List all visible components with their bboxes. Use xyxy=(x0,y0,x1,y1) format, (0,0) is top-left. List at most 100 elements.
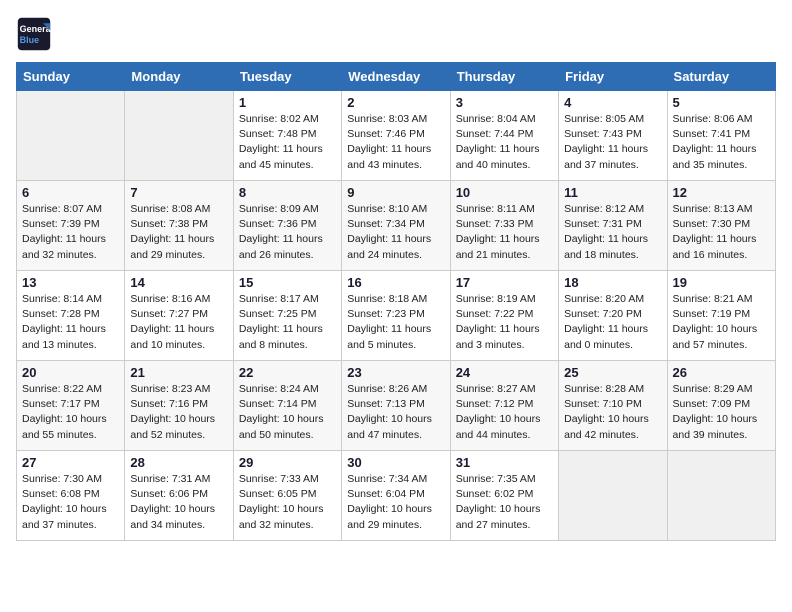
day-cell: 10 Sunrise: 8:11 AMSunset: 7:33 PMDayligh… xyxy=(450,181,558,271)
day-detail: Sunrise: 8:27 AMSunset: 7:12 PMDaylight:… xyxy=(456,382,553,443)
day-detail: Sunrise: 8:28 AMSunset: 7:10 PMDaylight:… xyxy=(564,382,661,443)
day-detail: Sunrise: 8:16 AMSunset: 7:27 PMDaylight:… xyxy=(130,292,227,353)
day-number: 31 xyxy=(456,455,553,470)
day-cell: 8 Sunrise: 8:09 AMSunset: 7:36 PMDaylight… xyxy=(233,181,341,271)
day-detail: Sunrise: 8:13 AMSunset: 7:30 PMDaylight:… xyxy=(673,202,770,263)
day-number: 25 xyxy=(564,365,661,380)
day-number: 9 xyxy=(347,185,444,200)
day-cell: 1Sunrise: 8:02 AMSunset: 7:48 PMDaylight… xyxy=(233,91,341,181)
day-cell: 5 Sunrise: 8:06 AMSunset: 7:41 PMDaylight… xyxy=(667,91,775,181)
week-row-4: 20Sunrise: 8:22 AMSunset: 7:17 PMDayligh… xyxy=(17,361,776,451)
day-number: 6 xyxy=(22,185,119,200)
day-number: 2 xyxy=(347,95,444,110)
day-detail: Sunrise: 7:34 AMSunset: 6:04 PMDaylight:… xyxy=(347,472,444,533)
day-detail: Sunrise: 7:33 AMSunset: 6:05 PMDaylight:… xyxy=(239,472,336,533)
day-detail: Sunrise: 8:10 AMSunset: 7:34 PMDaylight:… xyxy=(347,202,444,263)
day-number: 29 xyxy=(239,455,336,470)
day-number: 7 xyxy=(130,185,227,200)
calendar-body: 1Sunrise: 8:02 AMSunset: 7:48 PMDaylight… xyxy=(17,91,776,541)
day-detail: Sunrise: 8:22 AMSunset: 7:17 PMDaylight:… xyxy=(22,382,119,443)
header-friday: Friday xyxy=(559,63,667,91)
day-number: 4 xyxy=(564,95,661,110)
logo: General Blue xyxy=(16,16,56,52)
day-detail: Sunrise: 8:08 AMSunset: 7:38 PMDaylight:… xyxy=(130,202,227,263)
day-cell: 19 Sunrise: 8:21 AMSunset: 7:19 PMDayligh… xyxy=(667,271,775,361)
day-cell: 6 Sunrise: 8:07 AMSunset: 7:39 PMDaylight… xyxy=(17,181,125,271)
day-cell: 15 Sunrise: 8:17 AMSunset: 7:25 PMDayligh… xyxy=(233,271,341,361)
day-number: 10 xyxy=(456,185,553,200)
week-row-5: 27 Sunrise: 7:30 AMSunset: 6:08 PMDayligh… xyxy=(17,451,776,541)
week-row-2: 6 Sunrise: 8:07 AMSunset: 7:39 PMDaylight… xyxy=(17,181,776,271)
day-cell: 13 Sunrise: 8:14 AMSunset: 7:28 PMDayligh… xyxy=(17,271,125,361)
header-saturday: Saturday xyxy=(667,63,775,91)
day-number: 19 xyxy=(673,275,770,290)
week-row-1: 1Sunrise: 8:02 AMSunset: 7:48 PMDaylight… xyxy=(17,91,776,181)
day-detail: Sunrise: 8:19 AMSunset: 7:22 PMDaylight:… xyxy=(456,292,553,353)
day-number: 15 xyxy=(239,275,336,290)
day-detail: Sunrise: 8:20 AMSunset: 7:20 PMDaylight:… xyxy=(564,292,661,353)
header-tuesday: Tuesday xyxy=(233,63,341,91)
day-cell: 3Sunrise: 8:04 AMSunset: 7:44 PMDaylight… xyxy=(450,91,558,181)
day-cell: 31 Sunrise: 7:35 AMSunset: 6:02 PMDayligh… xyxy=(450,451,558,541)
day-cell: 4 Sunrise: 8:05 AMSunset: 7:43 PMDaylight… xyxy=(559,91,667,181)
day-detail: Sunrise: 8:29 AMSunset: 7:09 PMDaylight:… xyxy=(673,382,770,443)
header-row: SundayMondayTuesdayWednesdayThursdayFrid… xyxy=(17,63,776,91)
calendar-table: SundayMondayTuesdayWednesdayThursdayFrid… xyxy=(16,62,776,541)
day-cell: 27 Sunrise: 7:30 AMSunset: 6:08 PMDayligh… xyxy=(17,451,125,541)
day-cell: 28Sunrise: 7:31 AMSunset: 6:06 PMDayligh… xyxy=(125,451,233,541)
day-detail: Sunrise: 8:03 AMSunset: 7:46 PMDaylight:… xyxy=(347,112,444,173)
day-cell: 9 Sunrise: 8:10 AMSunset: 7:34 PMDaylight… xyxy=(342,181,450,271)
week-row-3: 13 Sunrise: 8:14 AMSunset: 7:28 PMDayligh… xyxy=(17,271,776,361)
day-number: 30 xyxy=(347,455,444,470)
page-header: General Blue xyxy=(16,16,776,52)
day-detail: Sunrise: 8:21 AMSunset: 7:19 PMDaylight:… xyxy=(673,292,770,353)
day-number: 27 xyxy=(22,455,119,470)
day-detail: Sunrise: 8:06 AMSunset: 7:41 PMDaylight:… xyxy=(673,112,770,173)
day-cell: 7 Sunrise: 8:08 AMSunset: 7:38 PMDaylight… xyxy=(125,181,233,271)
day-cell xyxy=(17,91,125,181)
day-detail: Sunrise: 8:05 AMSunset: 7:43 PMDaylight:… xyxy=(564,112,661,173)
day-number: 22 xyxy=(239,365,336,380)
day-detail: Sunrise: 8:17 AMSunset: 7:25 PMDaylight:… xyxy=(239,292,336,353)
day-cell: 24Sunrise: 8:27 AMSunset: 7:12 PMDayligh… xyxy=(450,361,558,451)
header-thursday: Thursday xyxy=(450,63,558,91)
day-detail: Sunrise: 8:07 AMSunset: 7:39 PMDaylight:… xyxy=(22,202,119,263)
day-detail: Sunrise: 8:18 AMSunset: 7:23 PMDaylight:… xyxy=(347,292,444,353)
day-number: 12 xyxy=(673,185,770,200)
day-cell: 21 Sunrise: 8:23 AMSunset: 7:16 PMDayligh… xyxy=(125,361,233,451)
day-detail: Sunrise: 8:26 AMSunset: 7:13 PMDaylight:… xyxy=(347,382,444,443)
day-detail: Sunrise: 8:11 AMSunset: 7:33 PMDaylight:… xyxy=(456,202,553,263)
day-cell xyxy=(559,451,667,541)
day-cell: 20Sunrise: 8:22 AMSunset: 7:17 PMDayligh… xyxy=(17,361,125,451)
day-number: 5 xyxy=(673,95,770,110)
day-detail: Sunrise: 7:30 AMSunset: 6:08 PMDaylight:… xyxy=(22,472,119,533)
day-number: 1 xyxy=(239,95,336,110)
day-detail: Sunrise: 8:12 AMSunset: 7:31 PMDaylight:… xyxy=(564,202,661,263)
day-number: 28 xyxy=(130,455,227,470)
day-cell: 29 Sunrise: 7:33 AMSunset: 6:05 PMDayligh… xyxy=(233,451,341,541)
day-detail: Sunrise: 8:09 AMSunset: 7:36 PMDaylight:… xyxy=(239,202,336,263)
day-cell xyxy=(667,451,775,541)
day-number: 8 xyxy=(239,185,336,200)
day-number: 3 xyxy=(456,95,553,110)
day-number: 16 xyxy=(347,275,444,290)
day-cell: 14Sunrise: 8:16 AMSunset: 7:27 PMDayligh… xyxy=(125,271,233,361)
day-cell: 16 Sunrise: 8:18 AMSunset: 7:23 PMDayligh… xyxy=(342,271,450,361)
day-detail: Sunrise: 7:35 AMSunset: 6:02 PMDaylight:… xyxy=(456,472,553,533)
day-number: 18 xyxy=(564,275,661,290)
day-number: 23 xyxy=(347,365,444,380)
day-cell xyxy=(125,91,233,181)
header-wednesday: Wednesday xyxy=(342,63,450,91)
day-detail: Sunrise: 8:23 AMSunset: 7:16 PMDaylight:… xyxy=(130,382,227,443)
day-cell: 26Sunrise: 8:29 AMSunset: 7:09 PMDayligh… xyxy=(667,361,775,451)
day-number: 21 xyxy=(130,365,227,380)
svg-text:Blue: Blue xyxy=(20,35,40,45)
day-detail: Sunrise: 8:14 AMSunset: 7:28 PMDaylight:… xyxy=(22,292,119,353)
day-cell: 11Sunrise: 8:12 AMSunset: 7:31 PMDayligh… xyxy=(559,181,667,271)
day-number: 13 xyxy=(22,275,119,290)
header-sunday: Sunday xyxy=(17,63,125,91)
day-cell: 25 Sunrise: 8:28 AMSunset: 7:10 PMDayligh… xyxy=(559,361,667,451)
day-cell: 23 Sunrise: 8:26 AMSunset: 7:13 PMDayligh… xyxy=(342,361,450,451)
day-cell: 17Sunrise: 8:19 AMSunset: 7:22 PMDayligh… xyxy=(450,271,558,361)
day-detail: Sunrise: 8:24 AMSunset: 7:14 PMDaylight:… xyxy=(239,382,336,443)
